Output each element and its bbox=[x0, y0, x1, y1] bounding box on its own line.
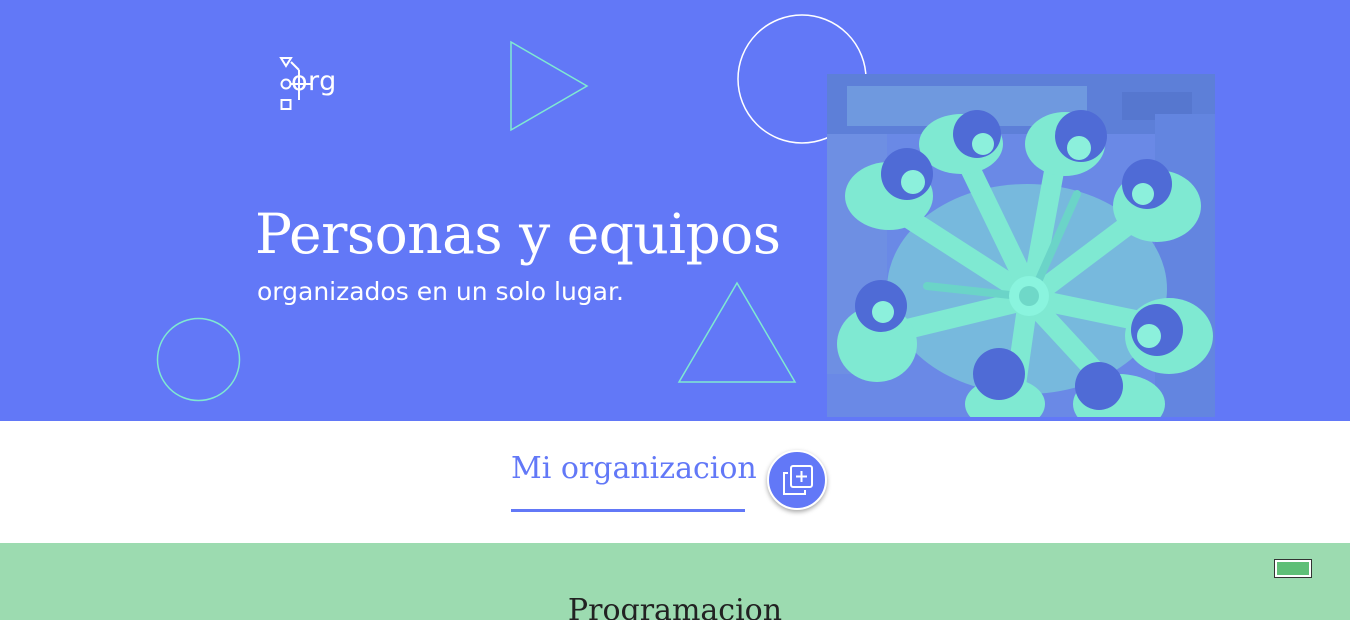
add-organization-button[interactable] bbox=[767, 450, 827, 510]
programming-title: Programacion bbox=[567, 593, 783, 620]
battery-toggle[interactable] bbox=[1274, 559, 1312, 578]
hero-subtitle: organizados en un solo lugar. bbox=[257, 277, 624, 306]
active-tab-underline bbox=[511, 509, 745, 512]
my-organization-tab[interactable]: Mi organizacion bbox=[511, 446, 757, 512]
toggle-fill bbox=[1277, 562, 1309, 575]
add-copy-icon bbox=[783, 465, 813, 495]
team-photo bbox=[827, 74, 1215, 417]
hero-title: Personas y equipos bbox=[255, 202, 781, 266]
circle-small-decoration bbox=[156, 317, 241, 402]
triangle-right-decoration bbox=[510, 40, 589, 132]
programming-section: Programacion bbox=[0, 543, 1350, 620]
my-organization-label: Mi organizacion bbox=[511, 451, 757, 486]
triangle-up-decoration bbox=[677, 281, 797, 383]
logo-text[interactable]: org bbox=[291, 62, 337, 102]
hero-banner: org Personas y equipos organizados en un… bbox=[0, 0, 1350, 421]
